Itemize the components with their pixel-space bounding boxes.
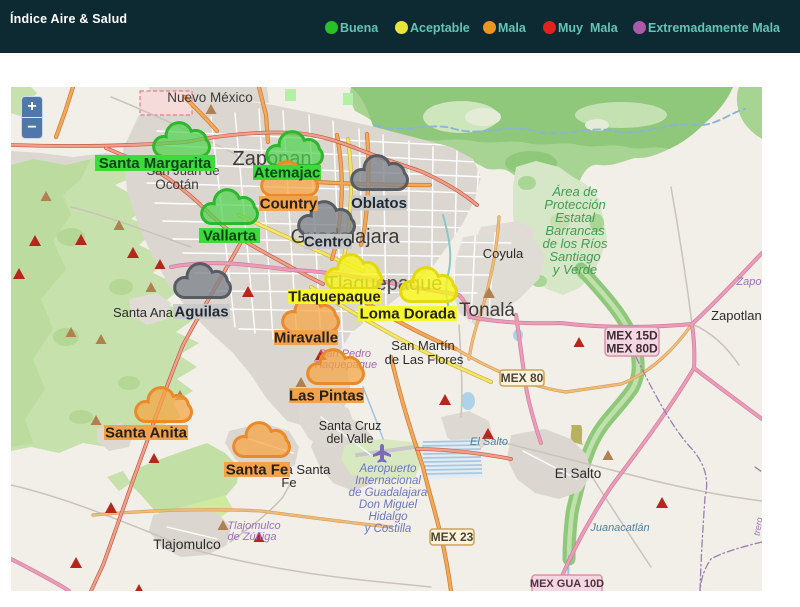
svg-text:Atemajac: Atemajac: [254, 165, 321, 182]
svg-text:Las Pintas: Las Pintas: [289, 388, 364, 405]
svg-text:Zapotlane: Zapotlane: [711, 308, 762, 323]
svg-text:Santa Fe: Santa Fe: [226, 462, 289, 479]
svg-text:de Guadalajara: de Guadalajara: [349, 487, 428, 499]
svg-text:Miravalle: Miravalle: [274, 330, 338, 347]
svg-text:MEX 80: MEX 80: [501, 371, 544, 385]
svg-text:y Verde: y Verde: [552, 262, 597, 277]
svg-text:Country: Country: [260, 196, 318, 213]
svg-text:Tlaquepaque: Tlaquepaque: [288, 289, 381, 306]
svg-text:Juanacatlán: Juanacatlán: [589, 522, 649, 534]
svg-text:Nuevo México: Nuevo México: [167, 90, 253, 105]
svg-text:Centro: Centro: [304, 234, 352, 251]
svg-text:de Zúñiga: de Zúñiga: [228, 531, 277, 543]
svg-text:Hidalgo: Hidalgo: [369, 511, 409, 523]
svg-text:Santa Ana: Santa Ana: [113, 305, 174, 320]
svg-text:San Martín: San Martín: [391, 338, 455, 353]
svg-text:Santa Margarita: Santa Margarita: [99, 155, 212, 172]
svg-text:Don Miguel: Don Miguel: [359, 499, 418, 511]
svg-text:MEX 80D: MEX 80D: [606, 342, 658, 356]
svg-text:del Valle: del Valle: [326, 432, 373, 446]
svg-text:MEX 15D: MEX 15D: [606, 329, 658, 343]
svg-text:El Salto: El Salto: [470, 436, 508, 448]
svg-text:Santa Cruz: Santa Cruz: [319, 419, 382, 433]
svg-text:de Las Flores: de Las Flores: [385, 352, 464, 367]
svg-text:Tlajomulco: Tlajomulco: [153, 536, 221, 552]
svg-text:Vallarta: Vallarta: [203, 228, 257, 245]
svg-text:Oblatos: Oblatos: [351, 195, 407, 212]
svg-text:Coyula: Coyula: [483, 246, 524, 261]
svg-text:Santa Anita: Santa Anita: [105, 425, 188, 442]
svg-text:MEX GUA 10D: MEX GUA 10D: [530, 578, 604, 590]
svg-text:Loma Dorada: Loma Dorada: [360, 306, 457, 323]
svg-text:Zapo: Zapo: [735, 276, 761, 288]
svg-text:Tonalá: Tonalá: [459, 300, 515, 321]
svg-text:El Salto: El Salto: [555, 466, 602, 481]
svg-text:Aguilas: Aguilas: [174, 304, 228, 321]
svg-text:MEX 23: MEX 23: [431, 530, 474, 544]
svg-text:Ocotán: Ocotán: [155, 177, 199, 192]
svg-text:Aeropuerto: Aeropuerto: [359, 463, 418, 475]
svg-text:Internacional: Internacional: [355, 475, 421, 487]
svg-text:y Costilla: y Costilla: [364, 523, 412, 535]
